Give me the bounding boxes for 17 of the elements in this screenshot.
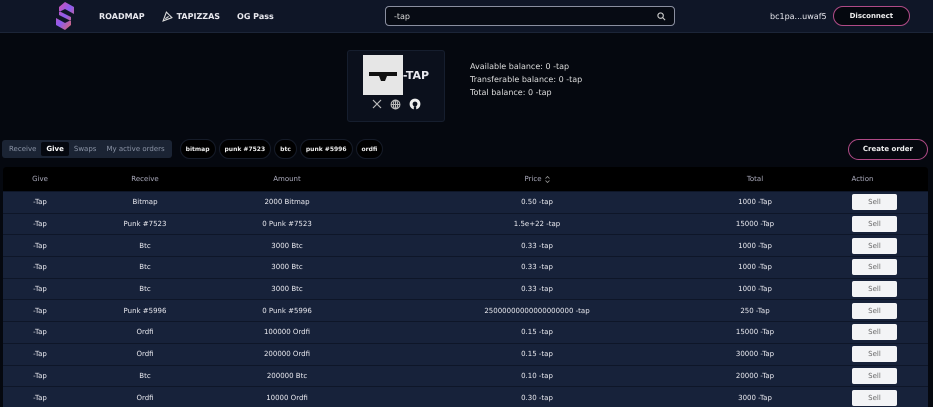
balance-text: Total balance: 0 -tap xyxy=(470,88,553,97)
token-logo-icon xyxy=(362,55,403,95)
x-icon[interactable] xyxy=(372,99,382,109)
pizza-icon xyxy=(162,10,173,22)
nav-link[interactable]: OG Pass xyxy=(237,12,274,20)
nav-link[interactable]: ROADMAP xyxy=(99,12,145,20)
token-name: -TAP xyxy=(402,68,430,82)
sort-icon[interactable] xyxy=(544,176,550,182)
search-field[interactable]: -tap xyxy=(385,6,675,26)
search-icon[interactable] xyxy=(657,12,666,20)
logo-icon[interactable] xyxy=(55,1,75,31)
wallet-address: bc1pa...uwaf5 xyxy=(770,12,827,20)
nav-link[interactable]: TAPIZZAS xyxy=(162,10,220,22)
globe-icon[interactable] xyxy=(390,98,400,110)
github-icon[interactable] xyxy=(408,98,420,110)
balance-text: Transferable balance: 0 -tap xyxy=(470,75,582,84)
balance-text: Available balance: 0 -tap xyxy=(470,62,570,71)
